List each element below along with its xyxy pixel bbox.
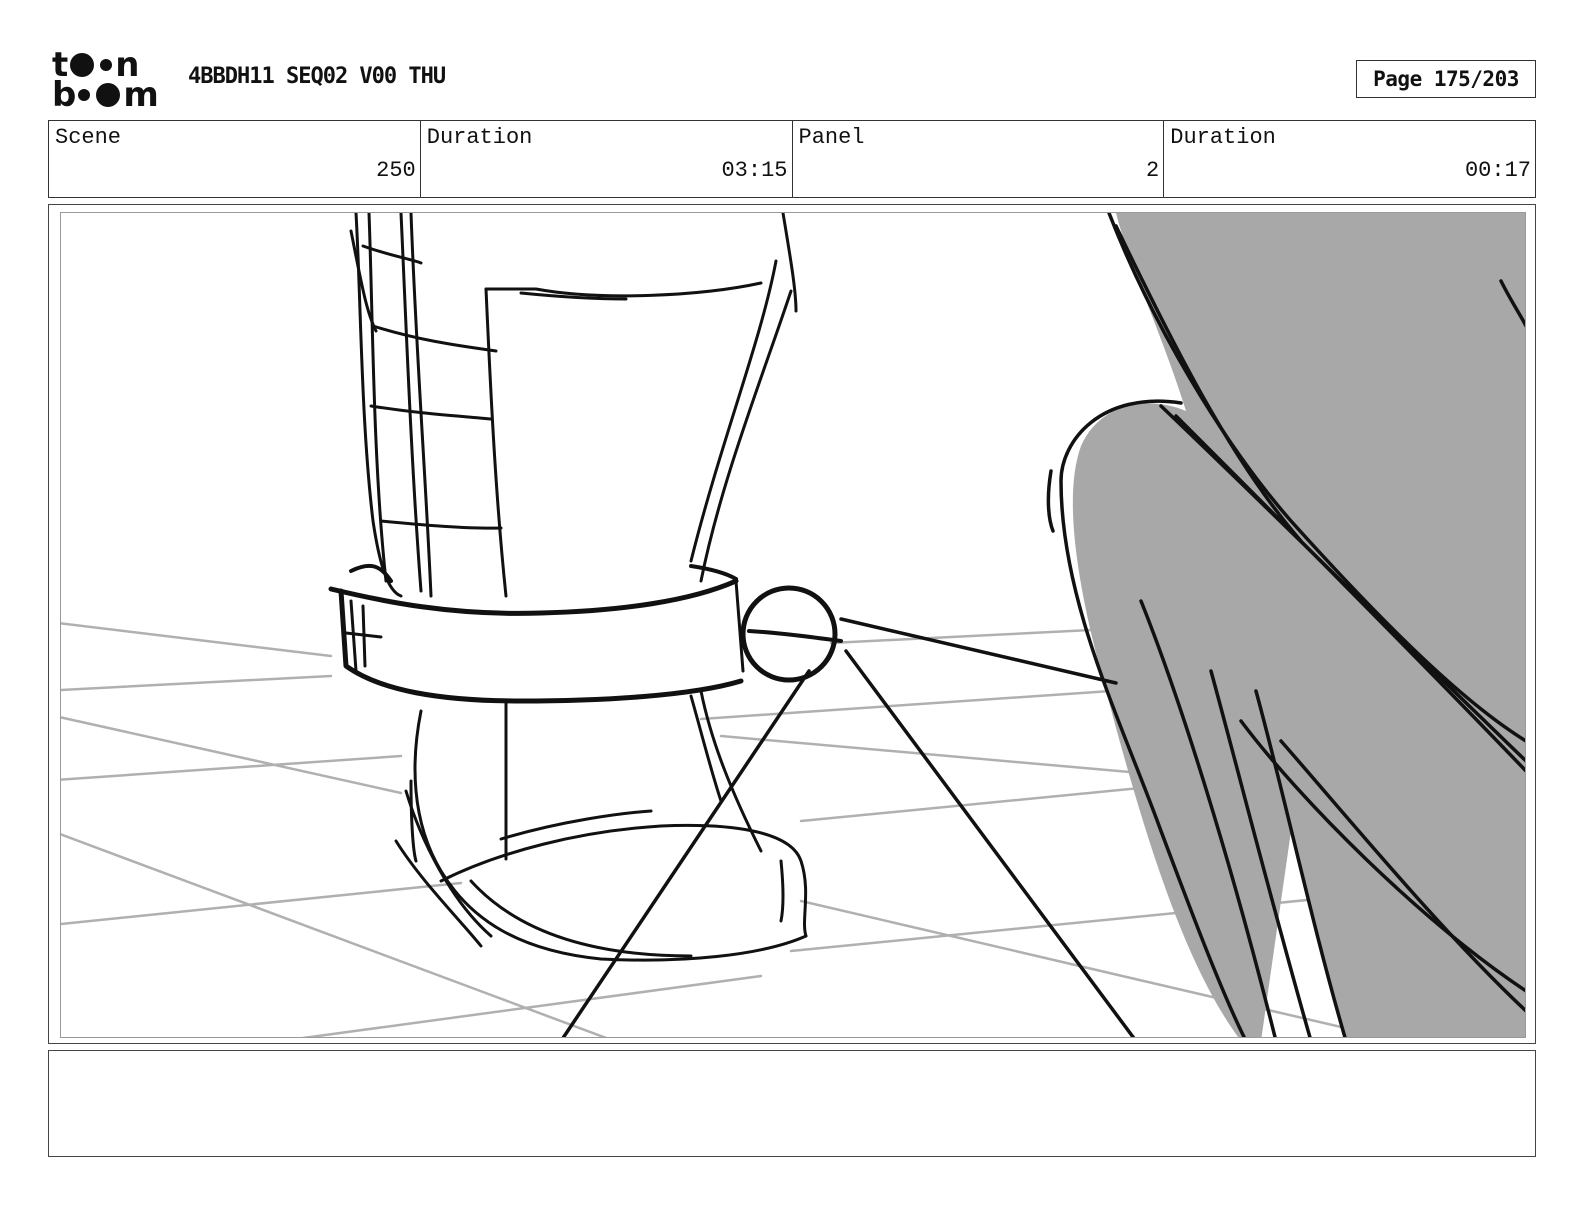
panel-duration-value: 00:17 [1464, 158, 1531, 183]
logo-dot-small [100, 59, 113, 71]
panel-duration-cell: Duration 00:17 [1164, 121, 1535, 197]
character-shadow [1072, 213, 1525, 1037]
logo-dot-large [70, 53, 95, 77]
project-title: 4BBDH11 SEQ02 V00 THU [188, 64, 446, 89]
scene-duration-label: Duration [426, 125, 533, 150]
logo-dot-large [96, 83, 121, 107]
panel-duration-label: Duration [1170, 125, 1276, 150]
logo-dot-small [78, 89, 91, 101]
page-number: Page 175/203 [1373, 67, 1519, 91]
panel-info-row: Scene 250 Duration 03:15 Panel 2 Duratio… [48, 120, 1536, 198]
page-number-box: Page 175/203 [1356, 60, 1536, 98]
ankle-cuff [328, 563, 745, 704]
logo-letter-b: b [52, 75, 76, 115]
toon-boom-logo: t n b m [52, 48, 164, 115]
scene-value: 250 [376, 158, 416, 183]
ankle-lock [740, 585, 843, 683]
scene-duration-value: 03:15 [721, 158, 788, 183]
storyboard-drawing [60, 212, 1526, 1038]
panel-value: 2 [1146, 158, 1160, 183]
sketch-canvas [61, 213, 1525, 1037]
shoe [394, 689, 808, 962]
panel-cell: Panel 2 [793, 121, 1165, 197]
logo-bottom-row: b m [52, 75, 164, 115]
scene-duration-cell: Duration 03:15 [421, 121, 793, 197]
panel-notes-box [48, 1050, 1536, 1157]
scene-cell: Scene 250 [49, 121, 421, 197]
pant-leg [349, 213, 798, 598]
scene-label: Scene [55, 125, 122, 150]
logo-letter-m: m [123, 75, 158, 115]
panel-label: Panel [798, 125, 865, 150]
